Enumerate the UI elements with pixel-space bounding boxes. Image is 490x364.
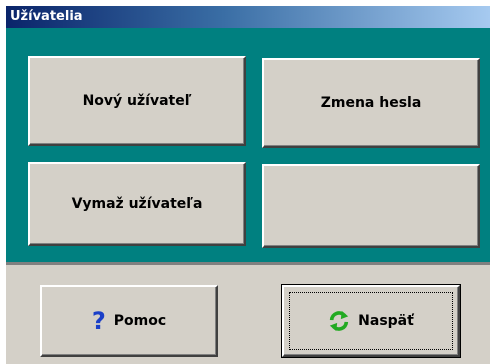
refresh-icon [329, 310, 349, 332]
help-button[interactable]: ? Pomoc [40, 285, 218, 357]
window-title: Užívatelia [6, 6, 490, 28]
delete-user-button[interactable]: Vymaž užívateľa [28, 162, 246, 246]
back-label: Naspäť [358, 313, 414, 329]
change-password-label: Zmena hesla [320, 95, 422, 111]
change-password-button[interactable]: Zmena hesla [262, 58, 480, 148]
users-window: Užívatelia Nový užívateľ Zmena hesla Vym… [6, 6, 490, 364]
new-user-button[interactable]: Nový užívateľ [28, 56, 246, 146]
delete-user-label: Vymaž užívateľa [71, 196, 203, 212]
footer-panel: ? Pomoc Naspäť [6, 262, 490, 364]
blank-button[interactable] [262, 164, 480, 248]
actions-panel: Nový užívateľ Zmena hesla Vymaž užívateľ… [6, 28, 490, 262]
new-user-label: Nový užívateľ [82, 93, 192, 109]
help-label: Pomoc [113, 313, 167, 329]
question-mark-icon: ? [91, 307, 106, 335]
back-button[interactable]: Naspäť [281, 284, 461, 358]
